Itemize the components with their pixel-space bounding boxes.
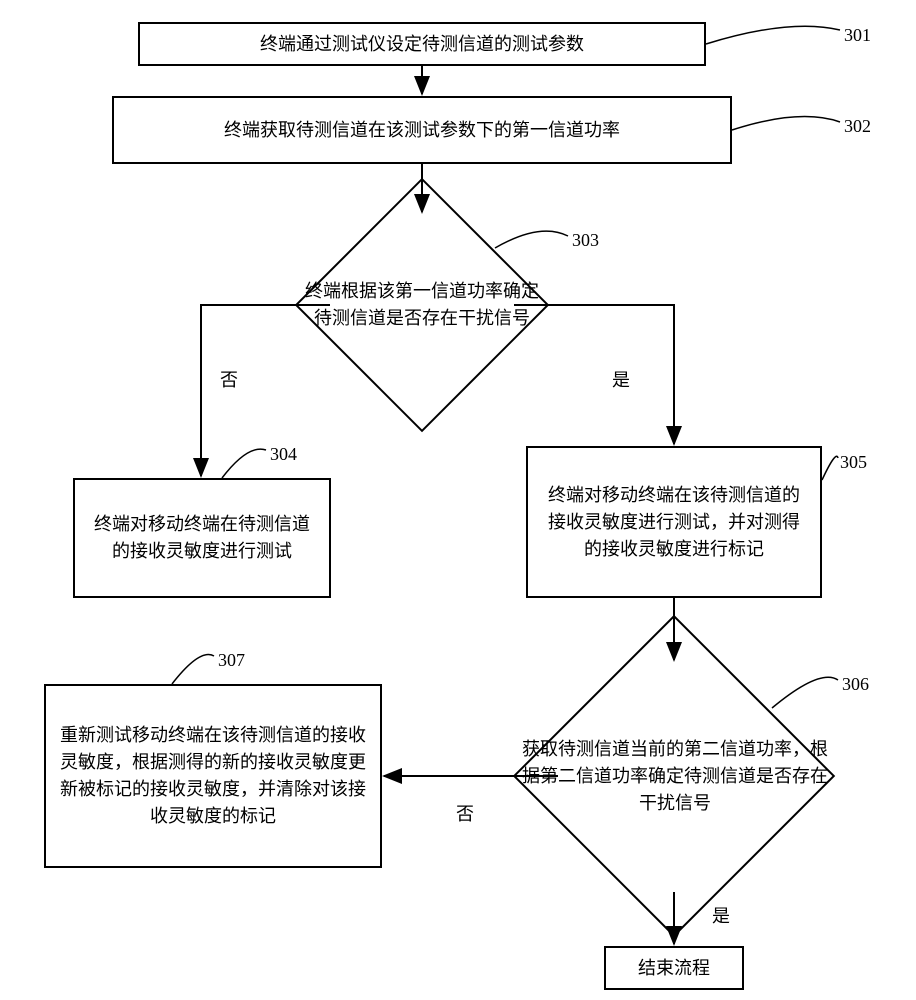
step-302-text: 终端获取待测信道在该测试参数下的第一信道功率 (224, 117, 620, 144)
decision-303-text: 终端根据该第一信道功率确定待测信道是否存在干扰信号 (302, 278, 542, 332)
branch-306-yes: 是 (712, 902, 730, 928)
step-307: 重新测试移动终端在该待测信道的接收灵敏度，根据测得的新的接收灵敏度更新被标记的接… (44, 684, 382, 868)
step-end: 结束流程 (604, 946, 744, 990)
step-307-num: 307 (218, 650, 245, 671)
decision-306: 获取待测信道当前的第二信道功率，根据第二信道功率确定待测信道是否存在干扰信号 (516, 700, 834, 852)
decision-303: 终端根据该第一信道功率确定待测信道是否存在干扰信号 (302, 238, 542, 372)
branch-303-yes: 是 (612, 366, 630, 392)
step-301-num: 301 (844, 25, 871, 46)
step-304-num: 304 (270, 444, 297, 465)
step-302: 终端获取待测信道在该测试参数下的第一信道功率 (112, 96, 732, 164)
step-303-num: 303 (572, 230, 599, 251)
step-302-num: 302 (844, 116, 871, 137)
step-305-text: 终端对移动终端在该待测信道的接收灵敏度进行测试，并对测得的接收灵敏度进行标记 (540, 482, 808, 563)
decision-306-text: 获取待测信道当前的第二信道功率，根据第二信道功率确定待测信道是否存在干扰信号 (516, 736, 834, 817)
branch-306-no: 否 (456, 800, 474, 826)
step-301: 终端通过测试仪设定待测信道的测试参数 (138, 22, 706, 66)
step-305: 终端对移动终端在该待测信道的接收灵敏度进行测试，并对测得的接收灵敏度进行标记 (526, 446, 822, 598)
step-304-text: 终端对移动终端在待测信道的接收灵敏度进行测试 (87, 511, 317, 565)
branch-303-no: 否 (220, 366, 238, 392)
step-304: 终端对移动终端在待测信道的接收灵敏度进行测试 (73, 478, 331, 598)
step-301-text: 终端通过测试仪设定待测信道的测试参数 (260, 31, 584, 58)
step-305-num: 305 (840, 452, 867, 473)
step-307-text: 重新测试移动终端在该待测信道的接收灵敏度，根据测得的新的接收灵敏度更新被标记的接… (58, 722, 368, 830)
step-end-text: 结束流程 (638, 955, 710, 982)
step-306-num: 306 (842, 674, 869, 695)
